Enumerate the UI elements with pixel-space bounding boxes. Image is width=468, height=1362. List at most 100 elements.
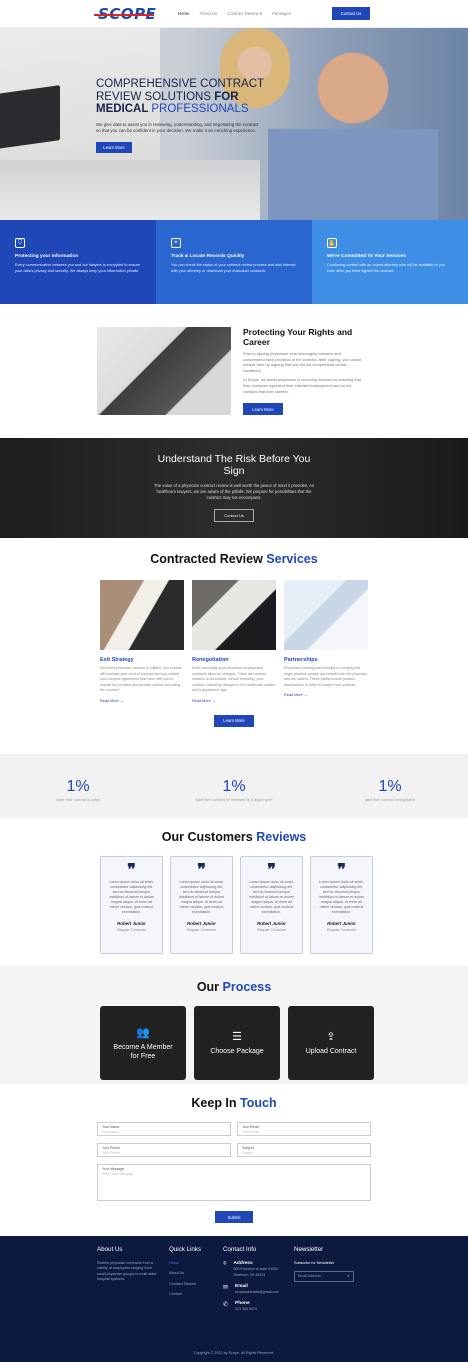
newsletter-placeholder: Email Address xyxy=(298,1274,321,1279)
features-strip: ⛉ Protecting your Information Every comm… xyxy=(0,220,468,304)
hero-title-for: for xyxy=(214,90,239,103)
footer-link-contact[interactable]: Contact xyxy=(169,1292,223,1297)
email-label: Email xyxy=(235,1284,248,1289)
service-body: Not every physician contract is fulfille… xyxy=(100,666,182,692)
arrow-right-icon: → xyxy=(211,698,216,703)
chevron-down-icon: ▾ xyxy=(259,10,263,16)
newsletter-email-input[interactable]: Email Address ➤ xyxy=(294,1271,354,1283)
phone-field[interactable]: Your Phone Your Phone xyxy=(97,1143,231,1157)
protect-title: Protecting Your Rights and Career xyxy=(243,327,353,347)
review-card: ❞ Lorem ipsum dolor sit amet, consectetur… xyxy=(170,856,233,954)
read-more-label: Read More xyxy=(100,698,119,703)
stat-item: 1% lower their contract is unfair xyxy=(0,778,156,818)
footer-contact-info: Contact Info ⌾ Address 600 Freedom st suit… xyxy=(223,1246,294,1318)
footer-newsletter-title: Newsletter xyxy=(294,1246,324,1253)
email-field[interactable]: Your Email Your Email xyxy=(237,1122,371,1136)
phone-icon: ✆ xyxy=(223,1302,229,1308)
stat-label: want their contract renegotiated xyxy=(364,798,416,802)
copyright: Copyright © 2022 by Scope. All Rights Re… xyxy=(193,1351,275,1355)
hero-title-line-1: Comprehensive Contract xyxy=(96,78,265,90)
footer-link-contract-review[interactable]: Contract Review xyxy=(169,1282,223,1287)
services-title-accent: Services xyxy=(266,552,318,566)
hero-laptop-image xyxy=(0,85,60,150)
hero-title: Comprehensive Contract Review Solutions f… xyxy=(96,78,266,116)
service-title: Partnerships xyxy=(284,657,318,663)
read-more-link[interactable]: Read More → xyxy=(284,693,368,697)
hero-description: We give data to assist you in reviewing,… xyxy=(96,121,259,133)
feature-title: We're Committed To Your Services xyxy=(327,254,406,259)
hero-text: Comprehensive Contract Review Solutions f… xyxy=(96,78,266,153)
process-card-upload-contract[interactable]: ⇪ Upload Contract xyxy=(288,1006,374,1080)
hero-desk-image xyxy=(0,160,260,220)
risk-body: The value of a physician contract review… xyxy=(153,483,315,500)
hero-title-medical: Medical xyxy=(96,103,152,115)
reviewer-role: Regular Customer xyxy=(116,928,147,932)
footer-link-about[interactable]: About Us xyxy=(169,1271,223,1276)
field-placeholder: Subject xyxy=(242,1151,254,1155)
logo[interactable]: SCOPE xyxy=(94,5,156,23)
reviewer-name: Robert Junior xyxy=(257,921,286,926)
footer-about-title: About Us xyxy=(97,1246,123,1253)
hero-learn-more-button[interactable]: Learn More xyxy=(96,141,132,153)
protect-learn-more-button[interactable]: Learn More xyxy=(243,403,283,416)
renegotiation-photo xyxy=(192,580,276,650)
process-title: Our Process xyxy=(0,980,468,994)
hero-title-professionals: Professionals xyxy=(151,103,249,115)
arrow-right-icon: → xyxy=(303,693,308,697)
quote-icon: ❞ xyxy=(197,860,206,879)
feature-title: Protecting your Information xyxy=(15,254,79,259)
reviewer-role: Regular Customer xyxy=(186,928,217,932)
arrow-right-icon: → xyxy=(119,698,124,703)
footer-about-body: Review physician contracts from a variet… xyxy=(97,1261,157,1281)
read-more-label: Read More xyxy=(192,698,211,703)
process-card-become-member[interactable]: 👥 Become A Member for Free xyxy=(100,1006,186,1080)
send-arrow-icon[interactable]: ➤ xyxy=(347,1274,350,1279)
read-more-link[interactable]: Read More → xyxy=(100,699,184,703)
contact-title-main: Keep In xyxy=(191,1096,241,1110)
services-section: Contracted Review Services Exit Strategy… xyxy=(0,538,468,754)
stat-value: 1% xyxy=(66,778,90,795)
feature-card-info: ⛉ Protecting your Information Every comm… xyxy=(0,220,156,304)
name-field[interactable]: Your Name Your Name xyxy=(97,1122,231,1136)
subject-field[interactable]: Subject Subject xyxy=(237,1143,371,1157)
shield-icon: ⛉ xyxy=(15,238,25,248)
process-title-main: Our xyxy=(196,980,223,994)
services-learn-more-button[interactable]: Learn More xyxy=(214,714,254,727)
submit-button[interactable]: Submit xyxy=(215,1211,253,1223)
reviews-title-main: Our Customers xyxy=(161,830,257,844)
read-more-link[interactable]: Read More → xyxy=(192,699,276,703)
stat-value: 1% xyxy=(378,778,402,795)
stats-section: 1% lower their contract is unfair 1% want … xyxy=(0,754,468,818)
newsletter-label: Subscribe for Newsletter xyxy=(294,1261,335,1265)
email-icon: ✉ xyxy=(223,1285,229,1291)
protect-content: Protecting Your Rights and Career Prior … xyxy=(243,327,363,438)
footer-link-home[interactable]: Home xyxy=(169,1261,223,1266)
footer-quick-links: Quick Links Home About Us Contract Revie… xyxy=(169,1246,223,1318)
risk-contact-button[interactable]: Contact Us xyxy=(214,509,254,522)
risk-banner: Understand The Risk Before You Sign The … xyxy=(0,438,468,538)
reviewer-name: Robert Junior xyxy=(117,921,146,926)
message-field[interactable]: Your Message Enter your Message xyxy=(97,1164,371,1201)
contact-us-button[interactable]: Contact Us xyxy=(332,7,370,20)
location-pin-icon: ⌾ xyxy=(223,1261,227,1267)
service-card: Renegotiation Even seemingly good physic… xyxy=(192,580,276,703)
stat-item: 1% want their contract renegotiated xyxy=(312,778,468,818)
nav-link-contract-review[interactable]: Contract Review ▾ xyxy=(227,11,262,17)
contact-title: Keep In Touch xyxy=(0,1096,468,1110)
field-label: Your Email xyxy=(242,1125,259,1129)
protect-paragraph-2: At Scope, we assist physicians in removi… xyxy=(243,377,361,394)
field-label: Subject xyxy=(242,1146,254,1150)
process-label: Upload Contract xyxy=(305,1048,357,1055)
email-value[interactable]: scopecontracts@gmail.com xyxy=(235,1290,279,1294)
nav-link-packages[interactable]: Packages xyxy=(272,11,291,17)
phone-value[interactable]: 313 386 8079 xyxy=(235,1307,257,1311)
process-card-choose-package[interactable]: ☰ Choose Package xyxy=(194,1006,280,1080)
reviews-title: Our Customers Reviews xyxy=(0,830,468,844)
field-placeholder: Enter your Message xyxy=(102,1172,134,1176)
read-more-label: Read More xyxy=(284,693,303,697)
process-title-accent: Process xyxy=(222,980,272,994)
process-section: Our Process 👥 Become A Member for Free ☰ C… xyxy=(0,966,468,1084)
nav-link-home[interactable]: Home xyxy=(178,11,189,17)
nav-link-about[interactable]: About Us xyxy=(199,11,217,17)
process-cards: 👥 Become A Member for Free ☰ Choose Packag… xyxy=(100,1006,468,1080)
